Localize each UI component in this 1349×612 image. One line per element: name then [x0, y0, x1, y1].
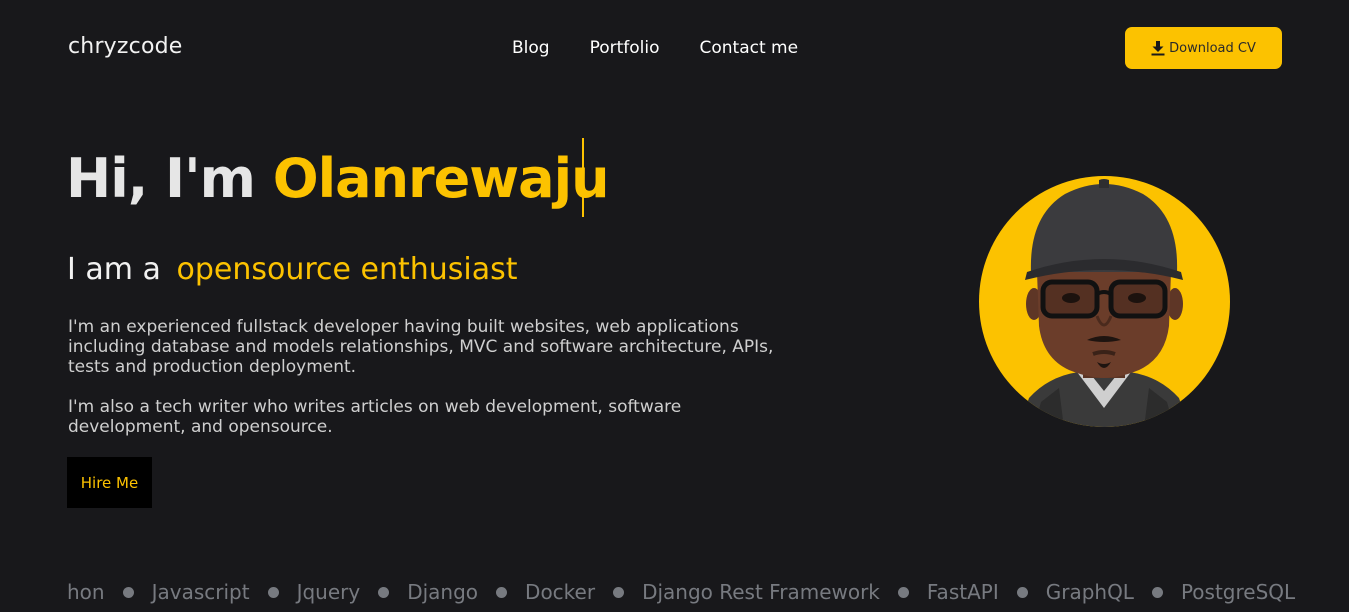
skill-item: Javascript [151, 580, 250, 604]
avatar [979, 176, 1230, 427]
subtitle-prefix: I am a [67, 252, 161, 287]
brand-logo[interactable]: chryzcode [68, 34, 183, 59]
download-cv-button[interactable]: Download CV [1125, 27, 1282, 69]
intro-paragraph: I'm an experienced fullstack developer h… [68, 317, 774, 377]
skill-item: Django Rest Framework [642, 580, 880, 604]
main-nav: Blog Portfolio Contact me [512, 38, 798, 58]
skill-item: FastAPI [926, 580, 999, 604]
bullet-icon [496, 586, 508, 598]
skill-item: Jquery [296, 580, 361, 604]
skill-item: Docker [525, 580, 596, 604]
skill-item: PostgreSQL [1180, 580, 1296, 604]
bullet-icon [267, 586, 279, 598]
nav-item-portfolio[interactable]: Portfolio [590, 38, 660, 58]
download-icon [1151, 40, 1165, 55]
skills-track: hon Javascript Jquery Django Docker Djan… [67, 580, 1295, 604]
writer-paragraph: I'm also a tech writer who writes articl… [68, 397, 682, 437]
hero-title: Hi, I'm Olanrewaju [66, 147, 610, 210]
skill-item: hon [67, 580, 105, 604]
hire-me-button[interactable]: Hire Me [67, 457, 152, 508]
hero-subtitle: I am a opensource enthusiast [67, 252, 518, 287]
bullet-icon [1151, 586, 1163, 598]
download-cv-label: Download CV [1169, 40, 1256, 56]
bullet-icon [1016, 586, 1028, 598]
bullet-icon [613, 586, 625, 598]
bullet-icon [378, 586, 390, 598]
hero-greeting: Hi, I'm [66, 147, 256, 210]
page: chryzcode Blog Portfolio Contact me Down… [0, 0, 1349, 612]
skill-item: GraphQL [1045, 580, 1134, 604]
skills-marquee: hon Javascript Jquery Django Docker Djan… [0, 580, 1349, 612]
typing-cursor [582, 138, 584, 217]
hero-name: Olanrewaju [272, 147, 610, 210]
subtitle-role: opensource enthusiast [176, 252, 518, 287]
bullet-icon [122, 586, 134, 598]
nav-item-contact[interactable]: Contact me [700, 38, 799, 58]
bullet-icon [897, 586, 909, 598]
nav-item-blog[interactable]: Blog [512, 38, 550, 58]
skill-item: Django [407, 580, 479, 604]
